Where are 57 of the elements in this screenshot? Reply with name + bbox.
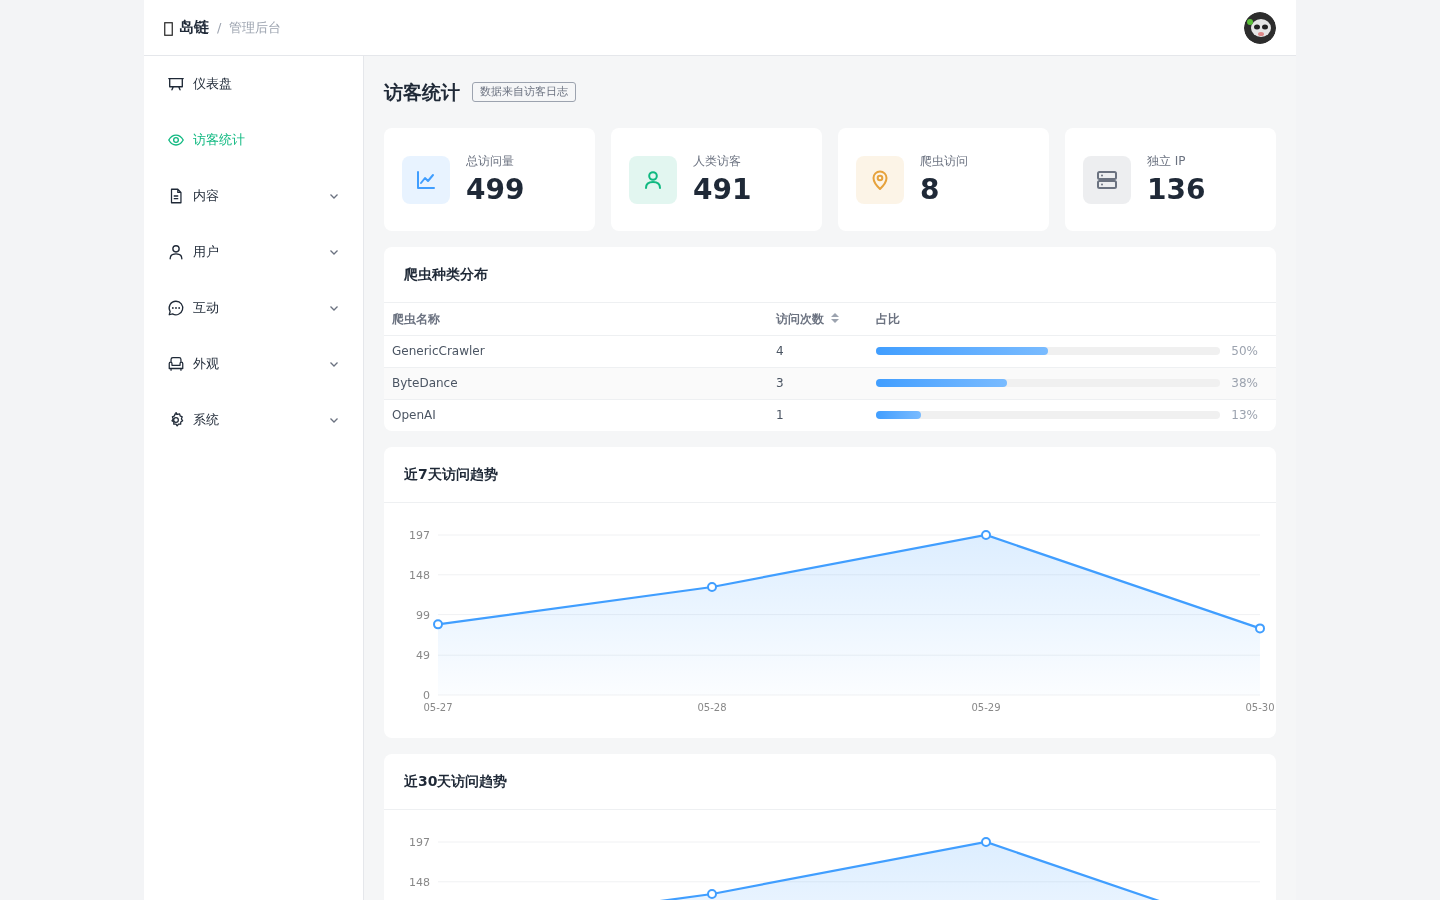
axis-label: 05-29 <box>971 702 1001 713</box>
brand-name: 岛链 <box>179 17 209 39</box>
sidebar-item[interactable]: 系统 <box>144 392 363 448</box>
data-point <box>1255 623 1265 634</box>
column-header: 爬虫名称 <box>384 303 768 335</box>
page-title: 访客统计 <box>384 79 460 105</box>
column-header[interactable]: 访问次数 <box>768 303 868 335</box>
axis-label: 05-30 <box>1245 702 1275 713</box>
axis-label: 49 <box>416 649 430 663</box>
stat-value: 499 <box>466 171 525 208</box>
sidebar-item[interactable]: 外观 <box>144 336 363 392</box>
eye-icon <box>167 131 185 149</box>
data-point <box>707 582 717 592</box>
card-title: 近30天访问趋势 <box>384 754 1276 810</box>
stat-label: 独立 IP <box>1147 152 1187 170</box>
sofa-icon <box>167 355 185 373</box>
logo-icon <box>164 21 173 36</box>
column-header: 占比 <box>868 303 1276 335</box>
sidebar-item[interactable]: 内容 <box>144 168 363 224</box>
sidebar-item[interactable]: 仪表盘 <box>144 56 363 112</box>
card-title: 近7天访问趋势 <box>384 447 1276 503</box>
axis-label: 0 <box>423 689 430 702</box>
info-tag: 数据来自访客日志 <box>472 81 576 103</box>
user-icon <box>167 243 185 261</box>
stat-label: 爬虫访问 <box>920 152 968 170</box>
percent-label: 38% <box>1230 375 1258 392</box>
chat-bubble-icon <box>167 299 185 317</box>
table-cell: 3 <box>768 367 868 399</box>
avatar[interactable] <box>1244 11 1276 44</box>
data-point <box>981 530 991 540</box>
breadcrumb-text: 管理后台 <box>229 18 282 37</box>
axis-label: 148 <box>409 875 430 889</box>
data-point <box>433 619 443 630</box>
table-cell: 4 <box>768 335 868 367</box>
presentation-icon <box>167 75 185 93</box>
percent-label: 50% <box>1230 343 1258 360</box>
table-cell: GenericCrawler <box>384 335 768 367</box>
axis-label: 05-27 <box>423 702 453 713</box>
separator: / <box>217 18 222 37</box>
stat-value: 136 <box>1147 171 1206 208</box>
axis-label: 99 <box>416 608 430 622</box>
sidebar-item[interactable]: 用户 <box>144 224 363 280</box>
sidebar-item[interactable]: 互动 <box>144 280 363 336</box>
table-cell: ByteDance <box>384 367 768 399</box>
stat-label: 总访问量 <box>466 152 515 170</box>
axis-label: 05-28 <box>697 702 727 713</box>
stat-label: 人类访客 <box>693 152 742 170</box>
axis-label: 197 <box>409 836 430 849</box>
stat-value: 491 <box>693 171 752 208</box>
stat-value: 8 <box>920 171 941 208</box>
percent-label: 13% <box>1230 407 1258 425</box>
table-cell: 1 <box>768 399 868 431</box>
table-cell: OpenAI <box>384 399 768 431</box>
card-title: 爬虫种类分布 <box>384 247 1276 303</box>
data-point <box>981 837 991 847</box>
axis-label: 148 <box>409 568 430 582</box>
axis-label: 197 <box>409 529 430 542</box>
